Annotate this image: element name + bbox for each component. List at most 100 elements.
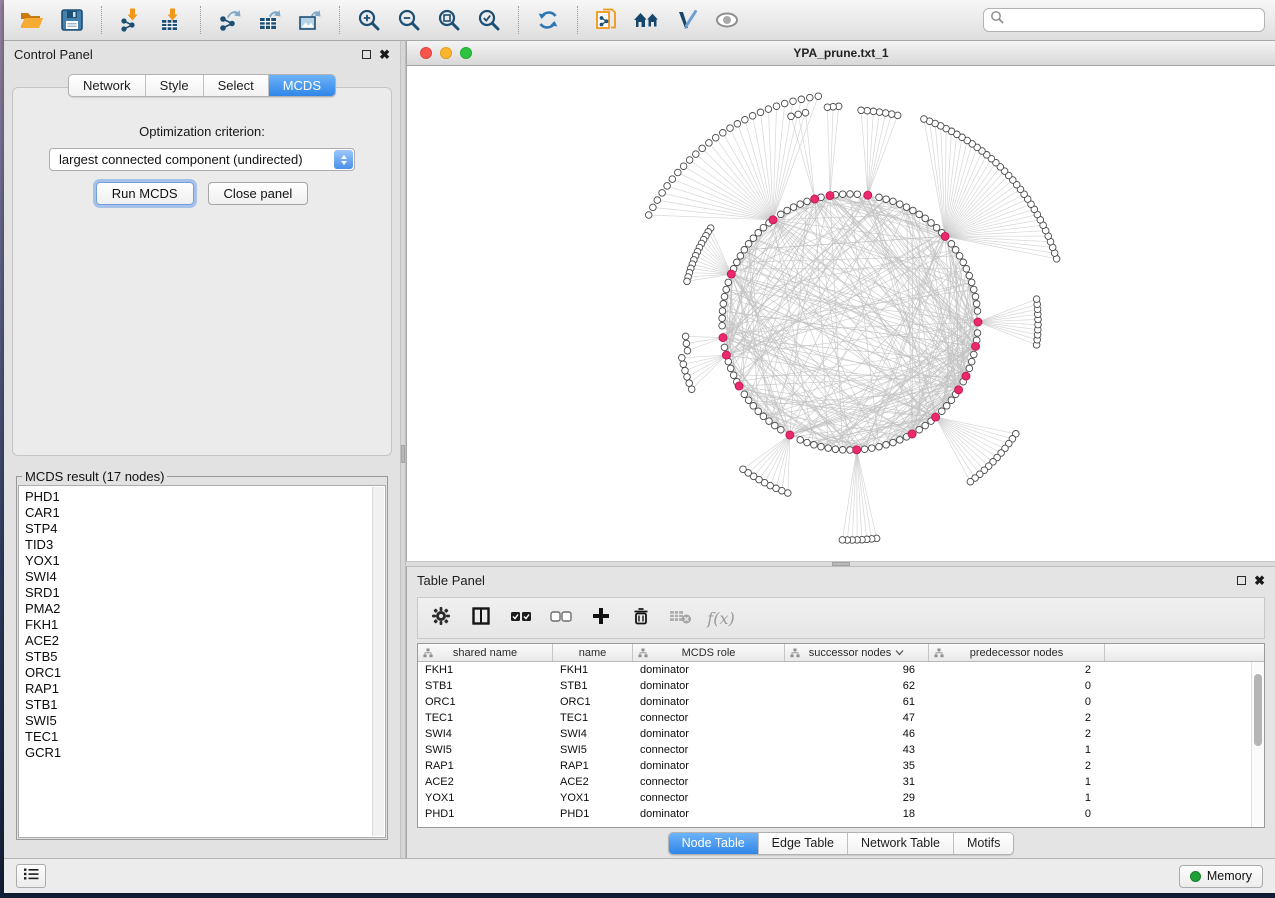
table-row[interactable]: RAP1RAP1dominator352	[418, 758, 1264, 774]
task-history-button[interactable]	[16, 864, 46, 888]
mcds-result-item[interactable]: STP4	[25, 521, 385, 537]
splitter-grip[interactable]	[832, 562, 850, 566]
table-cell[interactable]: 2	[929, 728, 1105, 740]
table-cell[interactable]: 35	[785, 760, 929, 772]
mcds-list-scrollbar[interactable]	[372, 487, 384, 836]
table-cell[interactable]: connector	[633, 776, 785, 788]
table-cell[interactable]: RAP1	[553, 760, 633, 772]
splitter-grip[interactable]	[401, 445, 405, 463]
float-panel-icon[interactable]	[362, 50, 371, 59]
function-builder-button[interactable]: f(x)	[706, 603, 736, 633]
table-cell[interactable]: ORC1	[418, 696, 553, 708]
table-cell[interactable]: FKH1	[553, 664, 633, 676]
select-all-button[interactable]	[506, 603, 536, 633]
unselect-all-button[interactable]	[546, 603, 576, 633]
table-cell[interactable]: 0	[929, 696, 1105, 708]
table-row[interactable]: TEC1TEC1connector472	[418, 710, 1264, 726]
table-cell[interactable]: dominator	[633, 680, 785, 692]
table-row[interactable]: YOX1YOX1connector291	[418, 790, 1264, 806]
table-row[interactable]: ORC1ORC1dominator610	[418, 694, 1264, 710]
column-header-name[interactable]: name	[553, 644, 633, 661]
search-field[interactable]	[983, 8, 1265, 32]
table-cell[interactable]: 2	[929, 760, 1105, 772]
zoom-out-button[interactable]	[391, 4, 427, 36]
tab-edge-table[interactable]: Edge Table	[759, 833, 848, 854]
table-cell[interactable]: 96	[785, 664, 929, 676]
table-settings-button[interactable]	[426, 603, 456, 633]
show-hide-graphics-button[interactable]	[709, 4, 745, 36]
table-cell[interactable]: 0	[929, 680, 1105, 692]
table-cell[interactable]: connector	[633, 712, 785, 724]
table-cell[interactable]: TEC1	[418, 712, 553, 724]
table-cell[interactable]: 2	[929, 664, 1105, 676]
browse-networks-button[interactable]	[629, 4, 665, 36]
mcds-result-item[interactable]: SWI4	[25, 569, 385, 585]
table-cell[interactable]: 2	[929, 712, 1105, 724]
float-panel-icon[interactable]	[1237, 576, 1246, 585]
validate-button[interactable]	[669, 4, 705, 36]
table-cell[interactable]: 62	[785, 680, 929, 692]
table-cell[interactable]: SWI5	[418, 744, 553, 756]
tab-mcds[interactable]: MCDS	[269, 75, 335, 96]
mcds-result-item[interactable]: STB5	[25, 649, 385, 665]
table-cell[interactable]: TEC1	[553, 712, 633, 724]
table-cell[interactable]: dominator	[633, 760, 785, 772]
network-window-titlebar[interactable]: YPA_prune.txt_1	[407, 41, 1275, 66]
close-panel-icon[interactable]: ✖	[1254, 574, 1265, 587]
tab-style[interactable]: Style	[146, 75, 204, 96]
table-row[interactable]: PHD1PHD1dominator180	[418, 806, 1264, 822]
mcds-result-item[interactable]: PMA2	[25, 601, 385, 617]
mcds-result-item[interactable]: FKH1	[25, 617, 385, 633]
show-columns-button[interactable]	[466, 603, 496, 633]
mcds-result-item[interactable]: RAP1	[25, 681, 385, 697]
table-scrollbar[interactable]	[1251, 662, 1264, 827]
import-network-button[interactable]	[113, 4, 149, 36]
horizontal-splitter[interactable]	[406, 561, 1275, 567]
memory-button[interactable]: Memory	[1179, 865, 1263, 888]
table-cell[interactable]: dominator	[633, 808, 785, 820]
tab-network-table[interactable]: Network Table	[848, 833, 954, 854]
mcds-result-item[interactable]: STB1	[25, 697, 385, 713]
mcds-result-list[interactable]: PHD1CAR1STP4TID3YOX1SWI4SRD1PMA2FKH1ACE2…	[18, 485, 386, 838]
criterion-dropdown[interactable]: largest connected component (undirected)	[49, 148, 355, 171]
close-panel-icon[interactable]: ✖	[379, 48, 390, 61]
table-cell[interactable]: dominator	[633, 696, 785, 708]
column-header-shared-name[interactable]: shared name	[418, 644, 553, 661]
table-cell[interactable]: STB1	[418, 680, 553, 692]
table-cell[interactable]: SWI5	[553, 744, 633, 756]
scrollbar-thumb[interactable]	[1254, 674, 1262, 746]
mcds-result-item[interactable]: PHD1	[25, 489, 385, 505]
table-row[interactable]: FKH1FKH1dominator962	[418, 662, 1264, 678]
mcds-result-item[interactable]: ORC1	[25, 665, 385, 681]
add-column-button[interactable]	[586, 603, 616, 633]
table-cell[interactable]: 46	[785, 728, 929, 740]
mcds-result-item[interactable]: SWI5	[25, 713, 385, 729]
table-cell[interactable]: FKH1	[418, 664, 553, 676]
table-cell[interactable]: RAP1	[418, 760, 553, 772]
zoom-fit-button[interactable]	[431, 4, 467, 36]
table-cell[interactable]: connector	[633, 792, 785, 804]
tab-select[interactable]: Select	[204, 75, 269, 96]
zoom-selected-button[interactable]	[471, 4, 507, 36]
table-cell[interactable]: YOX1	[418, 792, 553, 804]
column-header-successor-nodes[interactable]: successor nodes	[785, 644, 929, 661]
export-table-button[interactable]	[252, 4, 288, 36]
mcds-result-item[interactable]: TID3	[25, 537, 385, 553]
table-cell[interactable]: SWI4	[418, 728, 553, 740]
table-cell[interactable]: dominator	[633, 664, 785, 676]
table-row[interactable]: ACE2ACE2connector311	[418, 774, 1264, 790]
save-session-button[interactable]	[54, 4, 90, 36]
mcds-result-item[interactable]: GCR1	[25, 745, 385, 761]
import-table-button[interactable]	[153, 4, 189, 36]
run-mcds-button[interactable]: Run MCDS	[96, 182, 194, 205]
table-cell[interactable]: PHD1	[418, 808, 553, 820]
export-network-button[interactable]	[212, 4, 248, 36]
table-cell[interactable]: dominator	[633, 728, 785, 740]
clone-network-button[interactable]	[589, 4, 625, 36]
table-cell[interactable]: 29	[785, 792, 929, 804]
table-cell[interactable]: ACE2	[553, 776, 633, 788]
network-canvas[interactable]	[407, 66, 1275, 561]
table-cell[interactable]: 31	[785, 776, 929, 788]
search-input[interactable]	[1010, 13, 1258, 27]
zoom-in-button[interactable]	[351, 4, 387, 36]
